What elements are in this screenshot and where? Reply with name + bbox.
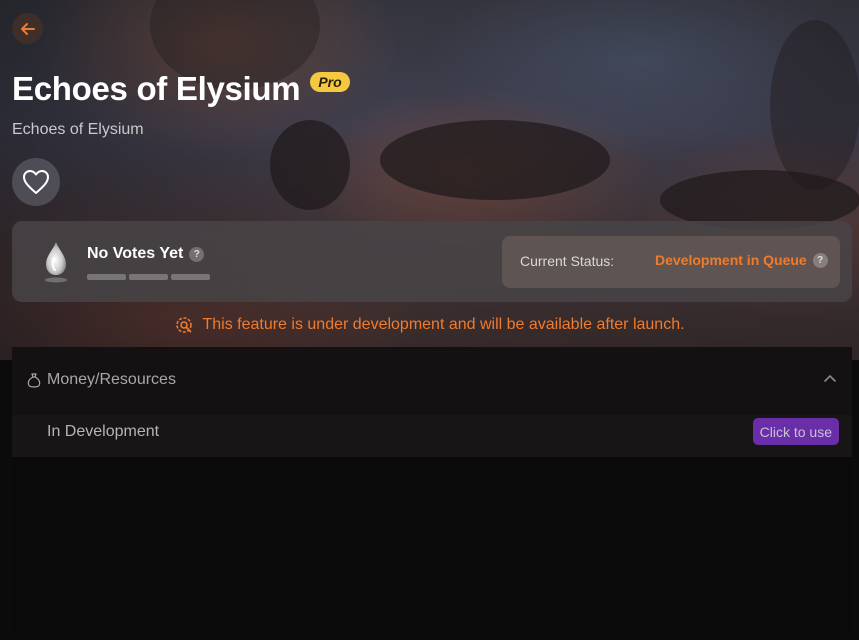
features-panel: Money/Resources In Development Click to … [12,347,852,632]
back-button[interactable] [12,13,43,44]
vote-bars [87,274,210,280]
feature-name: In Development [47,423,160,440]
status-value: Development in Queue ? [655,252,828,268]
arrow-left-icon [20,22,35,35]
votes-text: No Votes Yet [87,245,184,262]
chevron-up-icon[interactable] [824,373,836,383]
page-title: Echoes of Elysium [12,70,301,107]
vote-bar [171,274,210,280]
title-row: Echoes of Elysium Pro [12,70,350,108]
status-label: Current Status: [520,253,615,269]
status-help-icon[interactable]: ? [812,252,828,268]
page-subtitle: Echoes of Elysium [12,121,144,138]
vote-bar [87,274,126,280]
gear-wrench-icon [176,317,193,333]
vote-status-card: No Votes Yet ? Current Status: Developme… [12,221,852,302]
heart-icon [23,170,49,194]
pro-badge: Pro [310,72,350,92]
section-title: Money/Resources [27,371,176,389]
status-value-text: Development in Queue [655,252,807,268]
notice-text: This feature is under development and wi… [202,316,685,333]
favorite-button[interactable] [12,158,60,206]
votes-label: No Votes Yet ? [87,245,205,263]
development-notice: This feature is under development and wi… [0,312,859,338]
status-box: Current Status: Development in Queue ? [502,236,840,288]
flame-drop-icon [45,242,67,283]
votes-help-icon[interactable]: ? [189,246,205,262]
money-bag-icon [27,373,41,388]
click-to-use-button[interactable]: Click to use [752,418,839,445]
section-header-money-resources[interactable]: Money/Resources [12,347,852,415]
vote-bar [129,274,168,280]
section-title-text: Money/Resources [47,371,176,388]
hero-shade [0,0,859,360]
feature-row: In Development Click to use [12,415,852,457]
